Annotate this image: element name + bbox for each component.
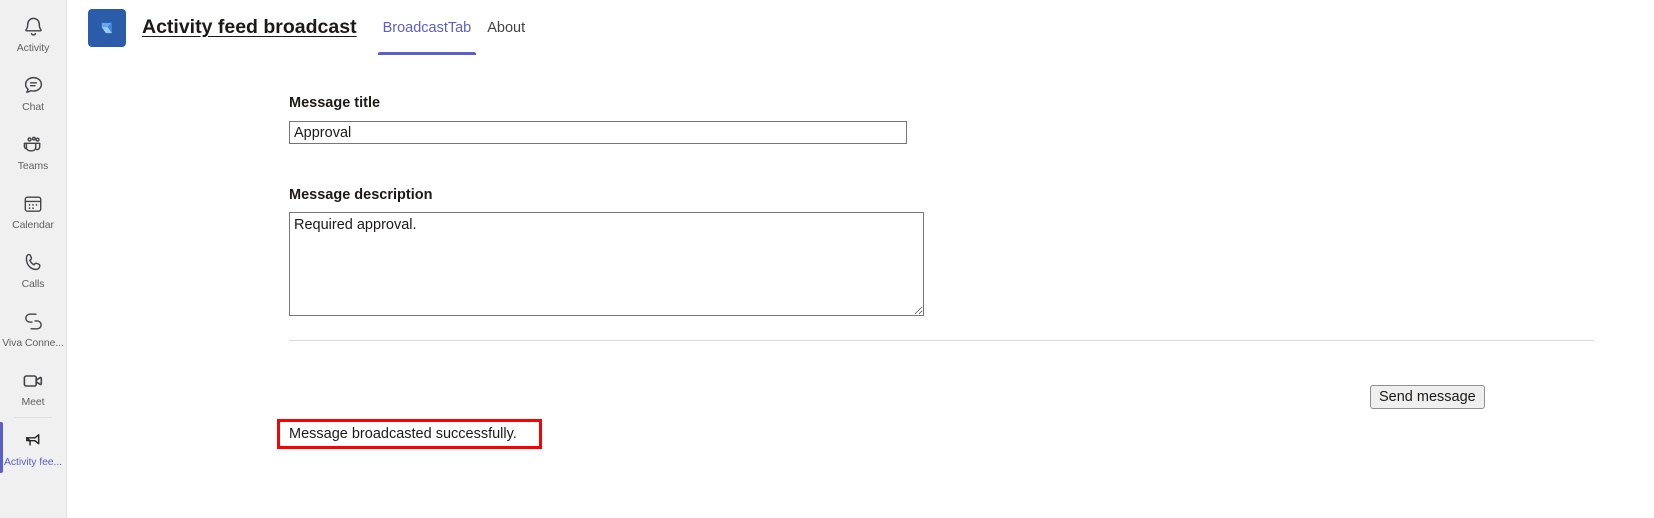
sidebar-item-chat[interactable]: Chat bbox=[0, 63, 66, 122]
tab-about[interactable]: About bbox=[479, 0, 533, 55]
sidebar-item-label: Meet bbox=[21, 395, 45, 408]
tab-label: BroadcastTab bbox=[382, 19, 472, 36]
status-message-text: Message broadcasted successfully. bbox=[289, 426, 517, 442]
sidebar-item-label: Teams bbox=[17, 159, 49, 172]
activity-feed-broadcast-app-icon bbox=[88, 8, 126, 47]
video-camera-icon bbox=[20, 368, 46, 394]
left-navigation-rail: Activity Chat Teams Calendar Calls Viva … bbox=[0, 0, 67, 518]
send-message-button[interactable]: Send message bbox=[1370, 385, 1485, 409]
calendar-icon bbox=[20, 191, 46, 217]
app-header: Activity feed broadcast BroadcastTab Abo… bbox=[67, 0, 1654, 55]
tab-bar: BroadcastTab About bbox=[375, 0, 534, 55]
sidebar-item-activity-feed[interactable]: Activity fee... bbox=[0, 418, 66, 477]
teams-app-window: Activity Chat Teams Calendar Calls Viva … bbox=[0, 0, 1654, 518]
message-description-textarea[interactable]: Required approval. bbox=[289, 212, 924, 316]
sidebar-item-label: Activity fee... bbox=[3, 455, 63, 468]
status-banner: Message broadcasted successfully. bbox=[277, 419, 542, 449]
sidebar-item-label: Calendar bbox=[12, 218, 54, 231]
phone-icon bbox=[20, 250, 46, 276]
sidebar-item-activity[interactable]: Activity bbox=[0, 4, 66, 63]
sidebar-item-calls[interactable]: Calls bbox=[0, 240, 66, 299]
sidebar-item-label: Calls bbox=[21, 277, 45, 290]
sidebar-item-calendar[interactable]: Calendar bbox=[0, 181, 66, 240]
main-content-area: Activity feed broadcast BroadcastTab Abo… bbox=[67, 0, 1654, 518]
sidebar-item-label: Activity bbox=[16, 41, 50, 54]
chat-icon bbox=[20, 73, 46, 99]
viva-connections-icon bbox=[20, 309, 46, 335]
sidebar-item-meet[interactable]: Meet bbox=[0, 358, 66, 417]
app-logo-glyph bbox=[101, 22, 112, 33]
sidebar-item-label: Viva Conne... bbox=[2, 336, 64, 349]
message-description-label: Message description bbox=[289, 187, 433, 203]
message-title-input[interactable] bbox=[289, 121, 907, 144]
sidebar-item-teams[interactable]: Teams bbox=[0, 122, 66, 181]
tab-broadcasttab[interactable]: BroadcastTab bbox=[375, 0, 480, 55]
broadcast-icon bbox=[20, 428, 46, 454]
sidebar-item-label: Chat bbox=[22, 100, 44, 113]
sidebar-item-viva-connections[interactable]: Viva Conne... bbox=[0, 299, 66, 358]
bell-icon bbox=[20, 14, 46, 40]
section-divider bbox=[289, 340, 1594, 341]
tab-label: About bbox=[487, 19, 526, 36]
message-title-label: Message title bbox=[289, 95, 381, 111]
teams-icon bbox=[20, 132, 46, 158]
page-title: Activity feed broadcast bbox=[142, 16, 357, 38]
